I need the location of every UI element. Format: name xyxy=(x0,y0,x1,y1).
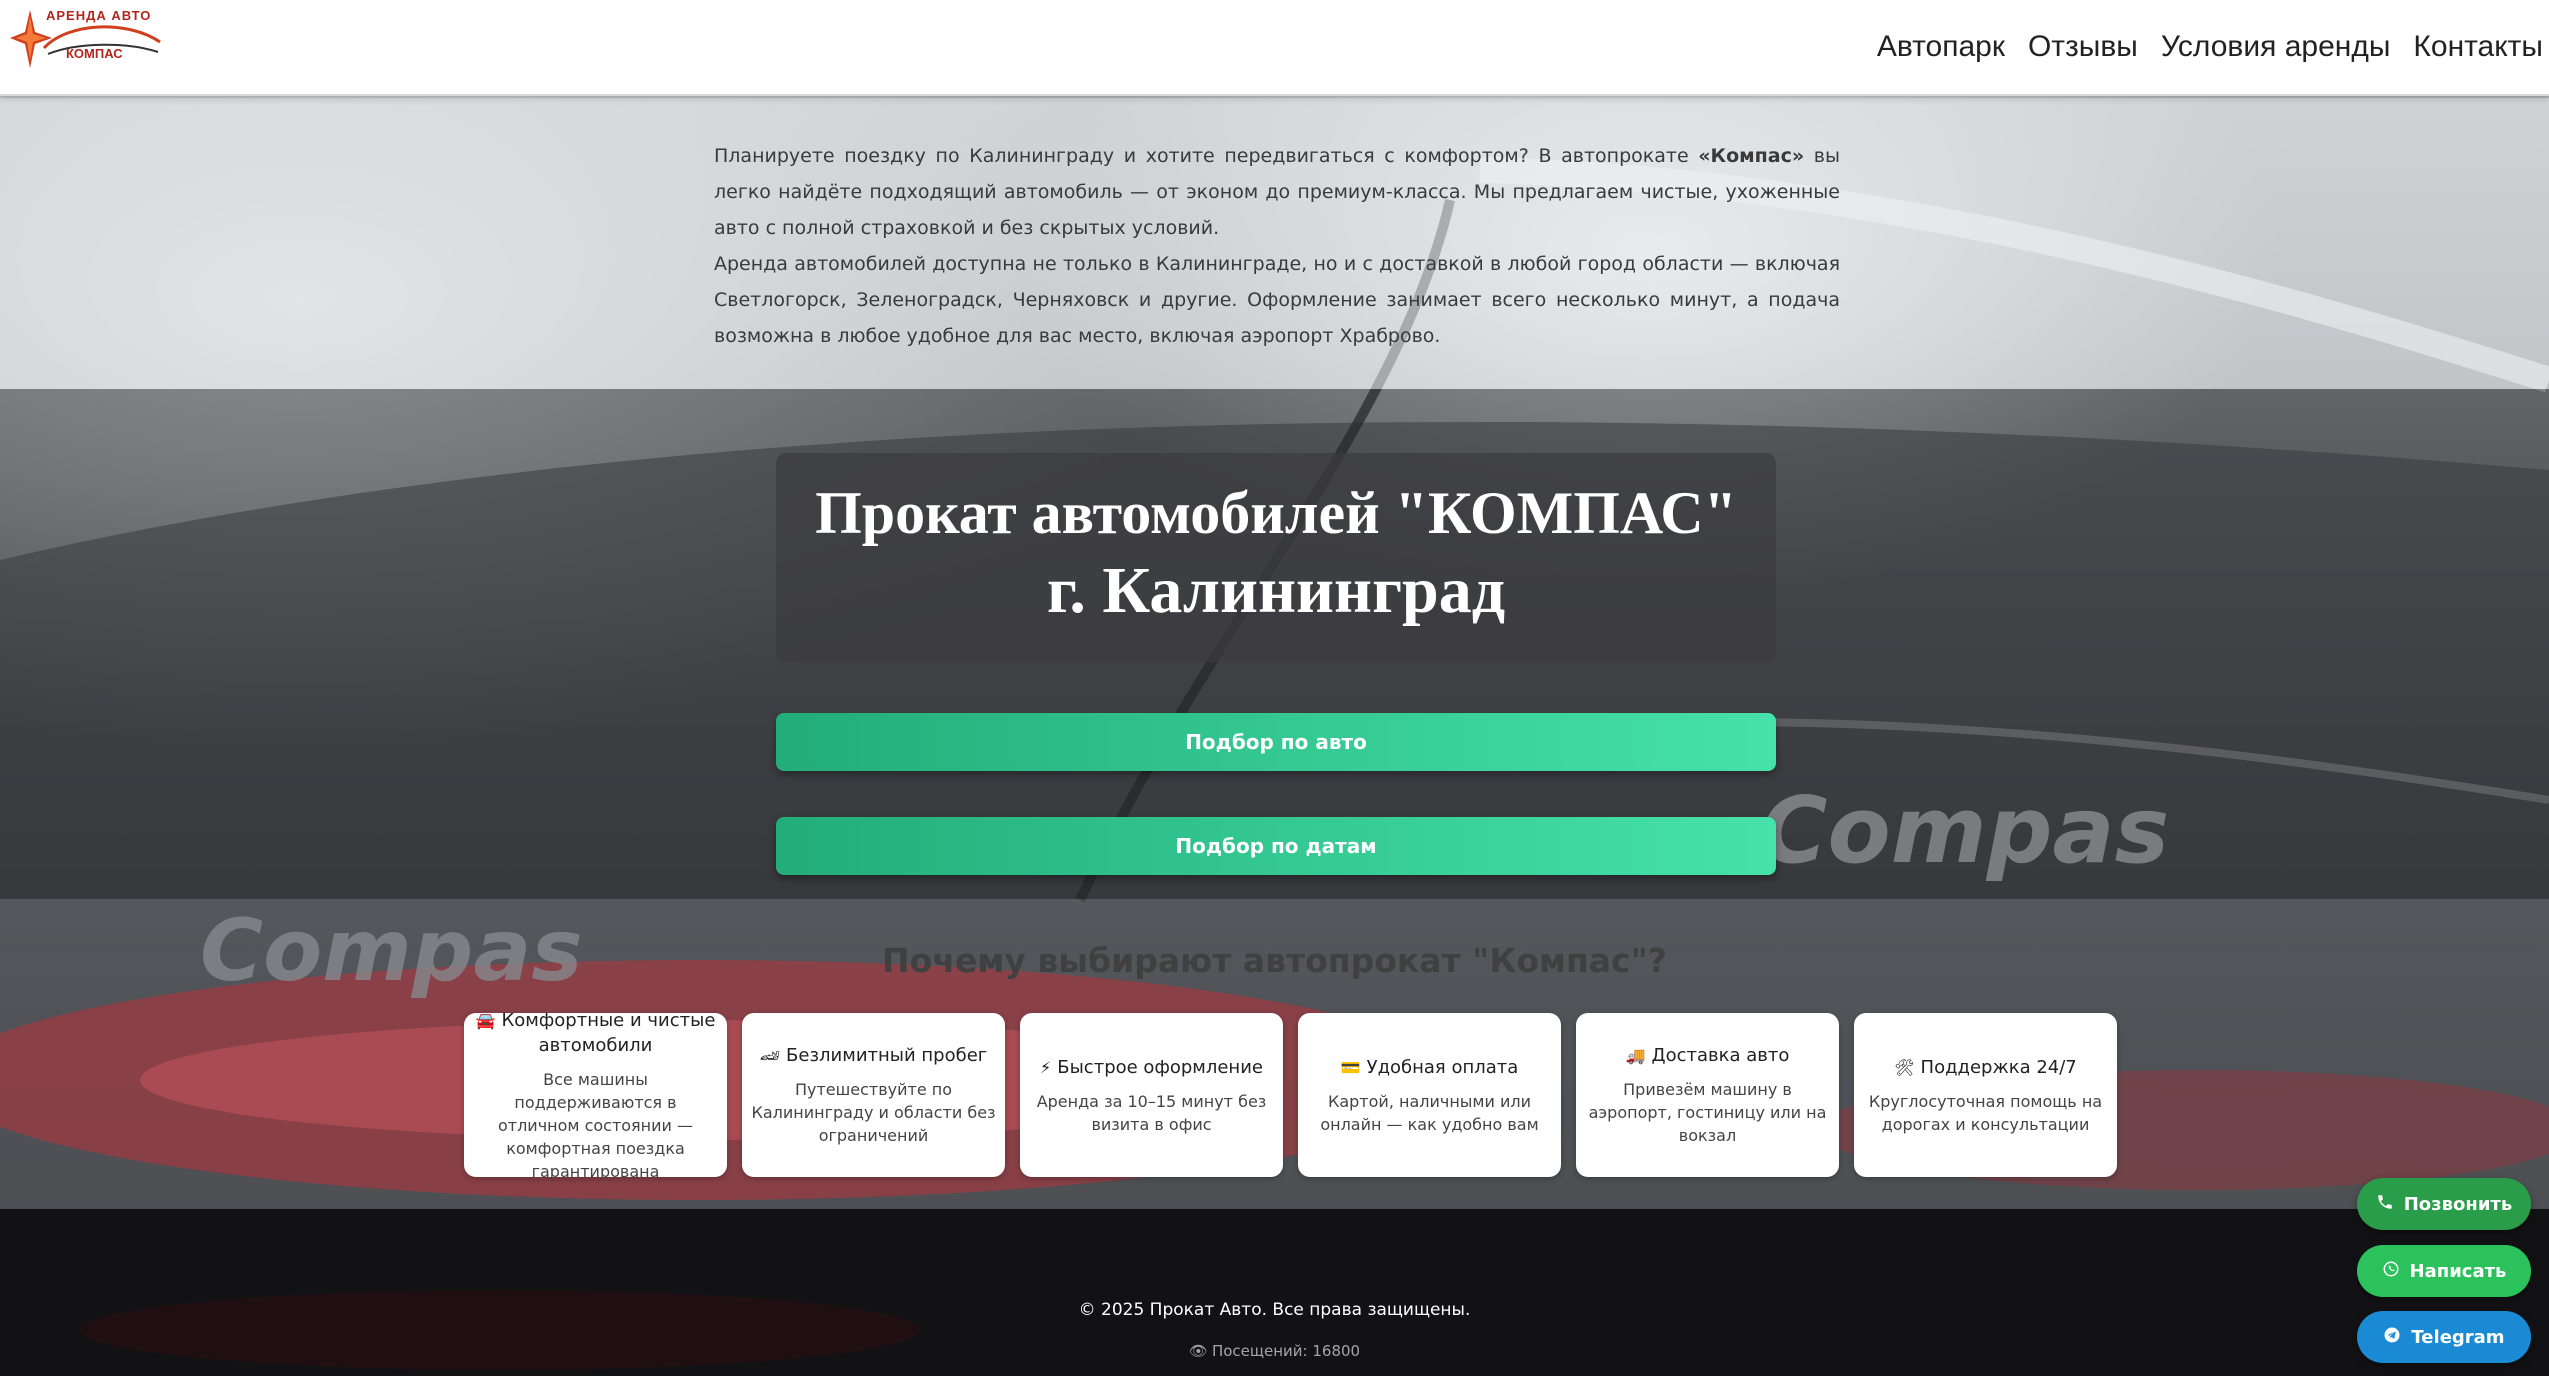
advantage-card: ⚡ Быстрое оформление Аренда за 10–15 мину… xyxy=(1020,1013,1283,1177)
eye-icon: 👁 xyxy=(1188,1342,1208,1360)
card-description: Картой, наличными или онлайн — как удобн… xyxy=(1320,1091,1539,1134)
intro-paragraph-1: Планируете поездку по Калининграду и хот… xyxy=(714,138,1840,246)
nav-link-contacts[interactable]: Контакты xyxy=(2413,30,2543,64)
logo-text-top: АРЕНДА АВТО xyxy=(46,8,152,23)
tools-icon: 🛠 xyxy=(1894,1057,1915,1077)
card-title: 🛠 Поддержка 24/7 xyxy=(1894,1055,2077,1080)
nav-link-rental-terms[interactable]: Условия аренды xyxy=(2161,30,2391,64)
card-title: 🏎 Безлимитный пробег xyxy=(760,1043,988,1068)
whatsapp-icon xyxy=(2382,1260,2400,1283)
intro-p1-start: Планируете поездку по Калининграду и хот… xyxy=(714,145,1699,167)
main-nav: Автопарк Отзывы Условия аренды Контакты xyxy=(1877,30,2543,64)
advantage-card: 🏎 Безлимитный пробег Путешествуйте по Кал… xyxy=(742,1013,1005,1177)
compass-logo[interactable]: АРЕНДА АВТО КОМПАС xyxy=(8,2,168,74)
visit-counter-text: Посещений: 16800 xyxy=(1211,1342,1361,1360)
card-description: Привезём машину в аэропорт, гостиницу ил… xyxy=(1588,1080,1827,1145)
card-description: Все машины поддерживаются в отличном сос… xyxy=(497,1069,694,1181)
race-car-icon: 🏎 xyxy=(759,1046,781,1065)
advantages-cards: 🚘 Комфортные и чистые автомобили Все маши… xyxy=(464,1010,2117,1181)
card-title-text: Быстрое оформление xyxy=(1057,1056,1263,1078)
card-title-text: Безлимитный пробег xyxy=(786,1045,988,1066)
whatsapp-write-button[interactable]: Написать xyxy=(2357,1245,2531,1297)
call-button[interactable]: Позвонить xyxy=(2357,1178,2531,1230)
why-us-section: Почему выбирают автопрокат "Компас"? 🚘 Ко… xyxy=(0,899,2549,1209)
select-by-car-button[interactable]: Подбор по авто xyxy=(776,713,1776,771)
nav-link-autopark[interactable]: Автопарк xyxy=(1877,30,2005,64)
hero-subtitle-city: г. Калининград xyxy=(1046,554,1506,627)
card-title: 🚚 Доставка авто xyxy=(1626,1043,1790,1068)
intro-text: Планируете поездку по Калининграду и хот… xyxy=(714,138,1840,354)
hero-title-box: Прокат автомобилей "КОМПАС" г. Калинингр… xyxy=(776,453,1776,662)
card-description: Аренда за 10–15 минут без визита в офис xyxy=(1036,1091,1267,1134)
nav-link-reviews[interactable]: Отзывы xyxy=(2028,30,2138,64)
call-button-label: Позвонить xyxy=(2403,1193,2513,1215)
card-title-text: Комфортные и чистые автомобили xyxy=(501,1009,716,1056)
card-title-text: Поддержка 24/7 xyxy=(1920,1056,2077,1078)
telegram-button-label: Telegram xyxy=(2411,1326,2505,1348)
advantage-card: 💳 Удобная оплата Картой, наличными или он… xyxy=(1298,1013,1561,1177)
card-title-text: Доставка авто xyxy=(1651,1045,1790,1066)
car-icon: 🚘 xyxy=(475,1010,496,1030)
visit-counter: 👁 Посещений: 16800 xyxy=(0,1342,2549,1360)
card-title: ⚡ Быстрое оформление xyxy=(1040,1055,1263,1080)
telegram-button[interactable]: Telegram xyxy=(2357,1311,2531,1363)
site-header: АРЕНДА АВТО КОМПАС Автопарк Отзывы Услов… xyxy=(0,0,2549,96)
card-title: 💳 Удобная оплата xyxy=(1341,1055,1519,1080)
why-us-title: Почему выбирают автопрокат "Компас"? xyxy=(882,941,1667,980)
card-description: Путешествуйте по Калининграду и области … xyxy=(751,1080,996,1145)
select-by-dates-button[interactable]: Подбор по датам xyxy=(776,817,1776,875)
hero-title: Прокат автомобилей "КОМПАС" xyxy=(815,480,1737,546)
card-title: 🚘 Комфортные и чистые автомобили xyxy=(472,1008,719,1058)
card-title-text: Удобная оплата xyxy=(1366,1056,1519,1078)
site-footer: © 2025 Прокат Авто. Все права защищены. … xyxy=(0,1209,2549,1376)
logo-text-bottom: КОМПАС xyxy=(66,46,123,61)
write-button-label: Написать xyxy=(2409,1260,2507,1282)
advantage-card: 🚘 Комфортные и чистые автомобили Все маши… xyxy=(464,1010,727,1181)
copyright-text: © 2025 Прокат Авто. Все права защищены. xyxy=(1078,1300,1471,1320)
delivery-truck-icon: 🚚 xyxy=(1625,1046,1646,1065)
intro-section: Планируете поездку по Калининграду и хот… xyxy=(0,98,2549,389)
hero-section: Прокат автомобилей "КОМПАС" г. Калинингр… xyxy=(0,389,2549,899)
intro-brand-name: «Компас» xyxy=(1698,145,1805,167)
card-description: Круглосуточная помощь на дорогах и консу… xyxy=(1868,1091,2103,1134)
phone-icon xyxy=(2376,1193,2394,1216)
advantage-card: 🚚 Доставка авто Привезём машину в аэропор… xyxy=(1576,1013,1839,1177)
intro-paragraph-2: Аренда автомобилей доступна не только в … xyxy=(714,253,1840,347)
telegram-icon xyxy=(2383,1326,2401,1349)
advantage-card: 🛠 Поддержка 24/7 Круглосуточная помощь на… xyxy=(1854,1013,2117,1177)
lightning-icon: ⚡ xyxy=(1040,1057,1052,1077)
credit-card-icon: 💳 xyxy=(1340,1057,1361,1077)
